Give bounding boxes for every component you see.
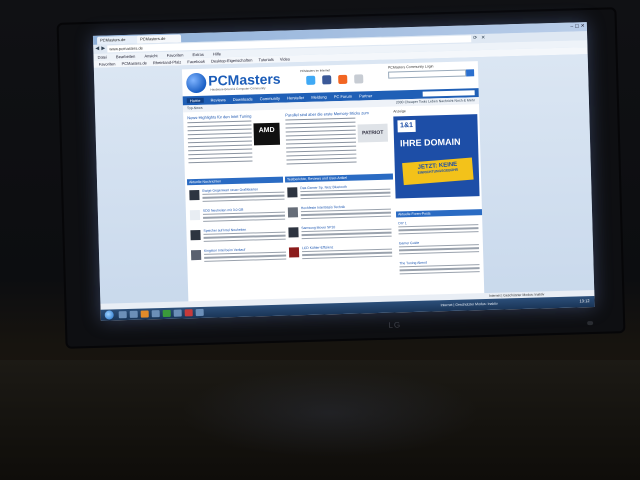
amd-thumbnail[interactable]: AMD [253,122,281,146]
list-item[interactable]: Hochfeste Intel Basis Technik [287,204,392,223]
globe-icon [186,72,207,94]
login-button[interactable] [466,69,475,77]
site-logo[interactable]: PCMasters Hardware-Board & Computer-Comm… [186,71,281,94]
site-tagline: Hardware-Board & Computer-Community [210,86,266,92]
section-header-reviews: Testberichte, Reviews und User-Artikel [284,173,394,183]
amd-logo: AMD [258,126,275,135]
taskbar-app-icon[interactable] [195,308,204,317]
bookmark-item[interactable]: Facebook [187,59,205,64]
tray-status: Internet | Geschützter Modus: Inaktiv [440,301,498,308]
menu-item-favorites[interactable]: Favoriten [167,52,184,57]
list-item-title[interactable]: The Tuning Abend [399,261,427,266]
menu-item-help[interactable]: Hilfe [213,51,221,56]
refresh-icon[interactable]: ⟳ [473,35,477,41]
list-item-title[interactable]: Gamer Guide [399,241,419,246]
screen-reflection [180,368,480,458]
news-thumbnail [190,229,201,241]
list-item[interactable]: SDD Neuheiten mit 3.0 GB [189,207,286,226]
article-headline-left[interactable]: News-Highlights für den Intel Tuning [187,113,251,120]
rss-icon[interactable] [338,74,348,85]
bookmark-item[interactable]: Favoriten [99,61,116,66]
login-username-field[interactable] [388,69,467,79]
monitor: LG PCMasters.de PCMasters.de – ▢ ✕ ◀ ▶ ⟳… [58,9,624,347]
ad-headline: IHRE DOMAIN [399,136,461,149]
list-item[interactable]: Samsung Mover SP10 [288,224,392,243]
ad-cta-badge[interactable]: JETZT: KEINE EINRICHTUNGSGEBÜHR [402,157,474,186]
list-item-title[interactable]: DIY 1 [398,221,407,225]
menu-item-tools[interactable]: Extras [192,52,203,57]
bookmark-item[interactable]: Video [280,56,290,61]
nav-item-manufacturers[interactable]: Hersteller [287,95,304,100]
facebook-icon[interactable] [322,75,332,85]
page-viewport[interactable]: PCMasters Hardware-Board & Computer-Comm… [93,54,595,310]
nav-item-home[interactable]: Home [186,97,204,104]
subnav-links[interactable]: 2000 Cheaper Tools Leben Nachricht Noch … [396,97,475,106]
forward-icon[interactable]: ▶ [101,46,105,52]
article-text-right [285,117,357,168]
nav-item-partner[interactable]: Partner [359,93,372,98]
ad-label: Anzeige [393,109,406,114]
news-thumbnail [189,209,201,221]
twitter-icon[interactable] [306,75,316,85]
power-button[interactable] [587,321,594,326]
taskbar-app-icon[interactable] [118,311,127,319]
newsletter-icon[interactable] [354,74,364,84]
breadcrumb[interactable]: Top-News [187,106,203,110]
section-header-forum: Aktuelle Foren-Posts [395,209,483,218]
review-thumbnail [288,227,299,238]
patriot-thumbnail[interactable]: PATRIOT [357,123,389,143]
bookmark-item[interactable]: PCMasters.de [121,60,146,66]
nav-item-forum[interactable]: PC Forum [334,94,352,100]
site-search-input[interactable] [422,90,475,97]
news-thumbnail [190,249,202,261]
nav-item-community[interactable]: Community [260,96,280,102]
nav-item-reviews[interactable]: Reviews [211,97,226,102]
review-thumbnail [287,207,299,218]
taskbar-app-icon[interactable] [184,309,193,317]
taskbar-app-icon[interactable] [140,310,149,318]
back-icon[interactable]: ◀ [95,46,99,52]
section-header-news: Aktuelle Nachrichten [186,176,284,186]
list-item[interactable]: Das Gamer Sp. Netz Bluetooth [287,184,391,203]
list-item[interactable]: LCD Kühler-Effizienz [288,244,393,263]
menu-item-edit[interactable]: Bearbeiten [116,54,135,60]
website-page: PCMasters Hardware-Board & Computer-Comm… [181,61,485,308]
bookmark-item[interactable]: Rheinland-Pfalz [153,59,181,65]
taskbar-app-icon[interactable] [151,310,160,318]
taskbar-app-icon[interactable] [173,309,182,317]
taskbar-clock[interactable]: 13:12 [579,298,589,303]
review-thumbnail [287,187,298,198]
list-item[interactable]: Kingston Intel beim Verkauf [190,247,287,266]
review-thumbnail [288,247,300,258]
menu-item-file[interactable]: Datei [97,54,106,59]
screen: PCMasters.de PCMasters.de – ▢ ✕ ◀ ▶ ⟳ ✕ … [92,22,595,321]
list-item[interactable]: Ewige Gegenwart neuer Grafikkarten [189,187,285,206]
taskbar-app-icon[interactable] [129,310,138,318]
stop-icon[interactable]: ✕ [481,35,485,41]
article-headline-right[interactable]: Parallel sind aber die erste Memory-Stic… [285,110,369,117]
header-social-label: PCMasters im Internet [299,68,330,74]
nav-item-downloads[interactable]: Downloads [233,96,253,102]
window-controls[interactable]: – ▢ ✕ [570,23,585,29]
monitor-brand-logo: LG [388,320,402,330]
login-box: PCMasters Community Login [388,63,475,87]
start-button[interactable] [104,310,114,320]
menu-item-view[interactable]: Ansicht [144,53,157,58]
bookmark-item[interactable]: Tutorials [258,57,273,62]
article-text-left [187,120,253,166]
list-item[interactable]: Gamer Guide [399,239,481,257]
ad-banner[interactable]: 1&1 IHRE DOMAIN JETZT: KEINE EINRICHTUNG… [393,114,480,199]
list-item[interactable]: The Tuning Abend [399,259,481,277]
list-item[interactable]: DIY 1 [398,219,480,237]
taskbar-app-icon[interactable] [162,309,171,318]
patriot-logo: PATRIOT [362,129,384,137]
nav-item-reports[interactable]: Meldung [311,94,326,99]
ad-brand-logo: 1&1 [397,119,416,133]
list-item[interactable]: Speicher auf Intel Neuheiten [190,227,286,246]
news-thumbnail [189,189,200,201]
